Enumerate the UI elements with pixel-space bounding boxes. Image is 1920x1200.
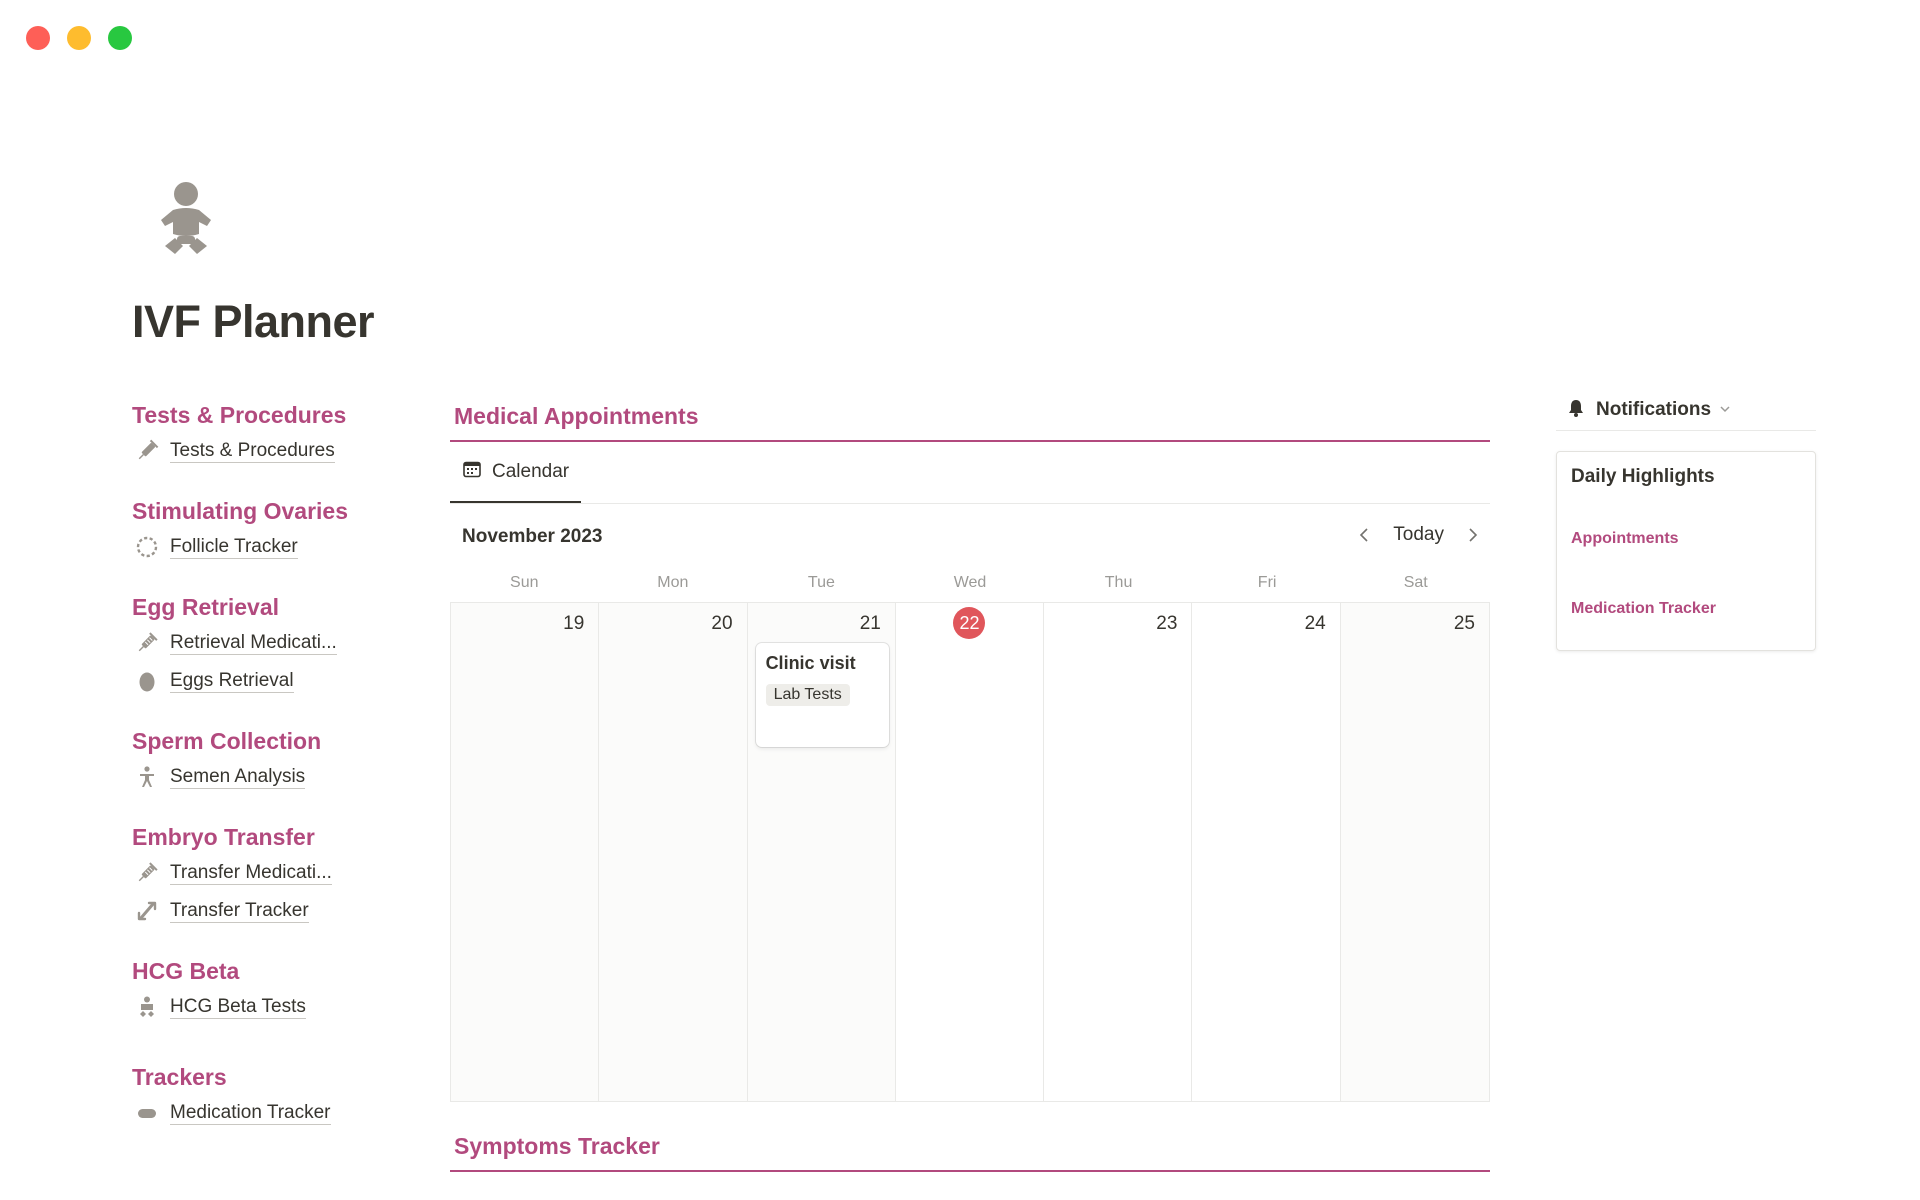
calendar-day[interactable]: 25 [1340, 603, 1489, 1101]
today-badge: 22 [953, 607, 986, 639]
link-retrieval-medication[interactable]: Retrieval Medicati... [132, 626, 372, 660]
window-controls [26, 26, 132, 50]
main-content: Medical Appointments Calendar November 2… [450, 400, 1490, 1172]
symptoms-heading: Symptoms Tracker [454, 1133, 660, 1159]
transfer-icon [134, 898, 160, 924]
calendar-icon [462, 459, 482, 484]
syringe-icon [134, 438, 160, 464]
link-semen-analysis[interactable]: Semen Analysis [132, 760, 372, 794]
link-follicle-tracker[interactable]: Follicle Tracker [132, 530, 372, 564]
calendar-day[interactable]: 23 [1044, 603, 1193, 1101]
baby-icon [134, 994, 160, 1020]
day-number: 25 [1453, 613, 1475, 634]
close-window-button[interactable] [26, 26, 50, 50]
weekday-label: Tue [807, 574, 835, 591]
weekday-label: Thu [1104, 574, 1133, 591]
sidebar: Tests & Procedures Tests & Procedures St… [132, 400, 372, 1130]
calendar-day[interactable]: 19 [451, 603, 600, 1101]
weekday-label: Sun [510, 574, 539, 591]
minimize-window-button[interactable] [67, 26, 91, 50]
medication-tracker-link[interactable]: Medication Tracker [1571, 600, 1801, 618]
calendar-nav: Today [1357, 524, 1480, 546]
weekday-header: Sun Mon Tue Wed Thu Fri Sat [450, 564, 1490, 602]
section-heading-hcg-beta: HCG Beta [132, 958, 240, 984]
view-tabs: Calendar [450, 442, 1490, 504]
calendar-header: November 2023 Today [450, 504, 1490, 564]
calendar-month: November 2023 [462, 526, 603, 547]
syringe-icon [134, 860, 160, 886]
dashed-circle-icon [134, 534, 160, 560]
zoom-window-button[interactable] [108, 26, 132, 50]
link-eggs-retrieval[interactable]: Eggs Retrieval [132, 664, 372, 698]
link-transfer-medication[interactable]: Transfer Medicati... [132, 856, 372, 890]
section-heading-trackers: Trackers [132, 1064, 227, 1090]
weekday-label: Mon [657, 574, 689, 591]
section-heading-tests: Tests & Procedures [132, 402, 347, 428]
weekday-label: Fri [1257, 574, 1277, 591]
link-tests-procedures[interactable]: Tests & Procedures [132, 434, 372, 468]
chevron-right-icon[interactable] [1466, 528, 1480, 542]
syringe-icon [134, 630, 160, 656]
chevron-left-icon[interactable] [1357, 528, 1371, 542]
section-heading-embryo-transfer: Embryo Transfer [132, 824, 315, 850]
event-tag: Lab Tests [765, 684, 850, 706]
daily-highlights-card: Daily Highlights Appointments Medication… [1556, 451, 1816, 651]
event-card[interactable]: Clinic visit Lab Tests [755, 643, 889, 747]
daily-highlights-title: Daily Highlights [1571, 466, 1715, 487]
link-transfer-tracker[interactable]: Transfer Tracker [132, 894, 372, 928]
today-button[interactable]: Today [1393, 524, 1444, 546]
day-number: 21 [859, 613, 881, 634]
calendar-day[interactable]: 24 [1192, 603, 1341, 1101]
appointments-link[interactable]: Appointments [1571, 530, 1801, 548]
link-medication-tracker[interactable]: Medication Tracker [132, 1096, 372, 1130]
baby-icon[interactable] [155, 180, 215, 266]
notifications-toggle[interactable]: Notifications [1556, 390, 1816, 431]
day-number: 20 [711, 613, 733, 634]
section-heading-stimulating: Stimulating Ovaries [132, 498, 349, 524]
pill-icon [134, 1100, 160, 1126]
calendar-week: 19 20 21 Clinic visit Lab Tests 22 23 24… [450, 602, 1490, 1102]
day-number: 24 [1304, 613, 1326, 634]
tab-calendar[interactable]: Calendar [450, 442, 581, 503]
day-number: 23 [1156, 613, 1178, 634]
calendar-day[interactable]: 21 Clinic visit Lab Tests [747, 603, 896, 1101]
heading-divider [450, 1170, 1490, 1172]
egg-icon [134, 668, 160, 694]
page-title: IVF Planner [132, 296, 375, 347]
section-heading-sperm: Sperm Collection [132, 728, 322, 754]
section-heading-egg-retrieval: Egg Retrieval [132, 594, 279, 620]
link-hcg-beta-tests[interactable]: HCG Beta Tests [132, 990, 372, 1024]
event-title: Clinic visit [765, 653, 856, 673]
calendar-day-today[interactable]: 22 [895, 603, 1045, 1101]
chevron-down-icon [1719, 401, 1731, 419]
day-number: 19 [563, 613, 585, 634]
weekday-label: Sat [1403, 574, 1428, 591]
right-panel: Notifications Daily Highlights Appointme… [1556, 390, 1816, 651]
weekday-label: Wed [953, 574, 987, 591]
appointments-heading: Medical Appointments [454, 403, 699, 429]
bell-icon [1566, 398, 1586, 423]
person-icon [134, 764, 160, 790]
calendar-day[interactable]: 20 [599, 603, 748, 1101]
